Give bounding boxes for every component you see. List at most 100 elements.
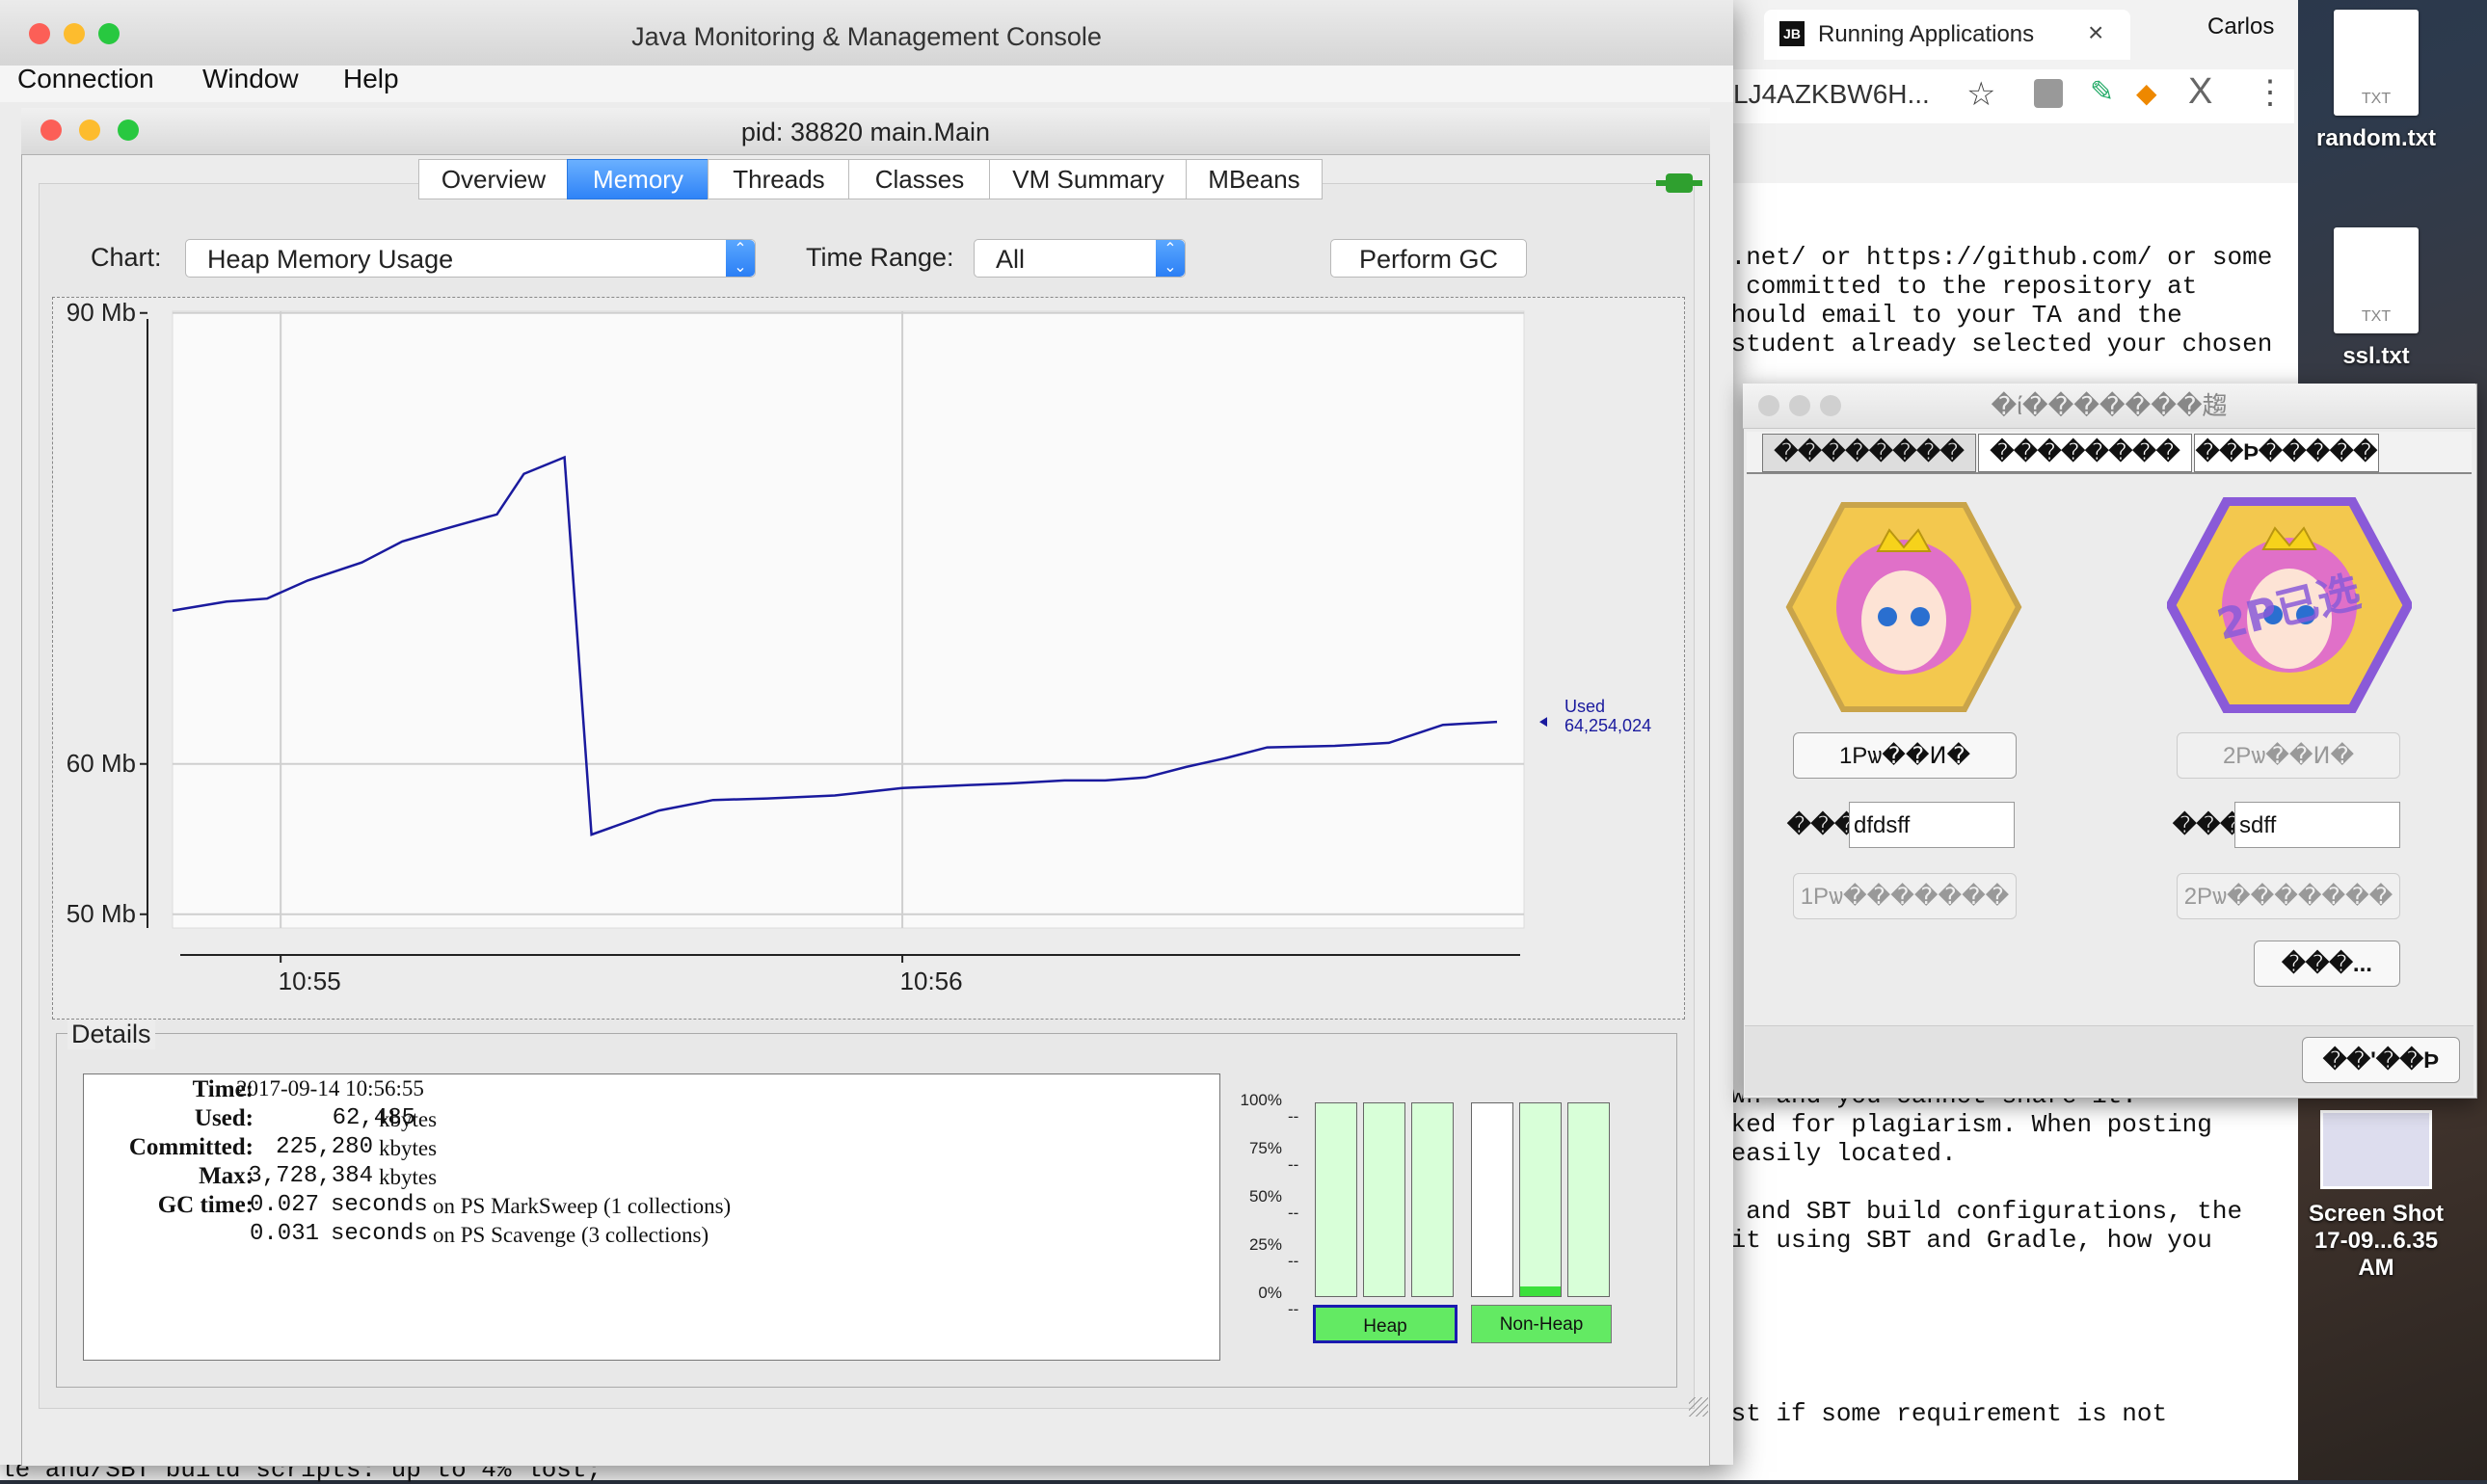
x-extension-icon[interactable]: X <box>2188 71 2212 113</box>
page-line: e.net/ or https://github.com/ or some <box>1716 243 2273 272</box>
time-range-select[interactable]: All ⌃ ⌄ <box>974 239 1186 278</box>
memory-pool-bar[interactable] <box>1315 1102 1357 1297</box>
player2-avatar: 2P已选 <box>2167 497 2412 713</box>
heap-button[interactable]: Heap <box>1313 1305 1457 1343</box>
game-tab-3[interactable]: ��Ϸ����� <box>2194 434 2379 472</box>
window-title: Java Monitoring & Management Console <box>0 0 1733 66</box>
page-line: e and SBT build configurations, the <box>1716 1197 2243 1226</box>
memory-pool-bar[interactable] <box>1411 1102 1454 1297</box>
max-key: Max: <box>199 1163 254 1189</box>
browser-tab[interactable]: JB Running Applications × <box>1764 10 2130 60</box>
frame-zoom-button[interactable] <box>118 119 139 141</box>
more-button[interactable]: ���... <box>2254 941 2400 987</box>
player1-avatar <box>1785 502 2022 712</box>
pct-ticks: -- -- -- -- -- <box>1288 1107 1299 1318</box>
start-game-button[interactable]: ��'��Ϸ <box>2302 1037 2460 1083</box>
close-icon[interactable]: × <box>2088 17 2103 48</box>
tab-threads[interactable]: Threads <box>708 159 850 199</box>
committed-key: Committed: <box>128 1134 254 1160</box>
p2-name-input[interactable]: sdff <box>2234 802 2400 848</box>
page-line: cked for plagiarism. When posting <box>1716 1110 2212 1139</box>
game-close-button[interactable] <box>1758 395 1779 416</box>
desktop-icon-label: random.txt <box>2315 125 2436 151</box>
page-line: e committed to the repository at <box>1716 272 2198 301</box>
used-annotation-value: 64,254,024 <box>1564 716 1651 735</box>
chart-select-value: Heap Memory Usage <box>207 245 454 274</box>
p1-select-button[interactable]: 1Pѡ��Ͷ� <box>1793 732 2017 779</box>
tab-vm-summary[interactable]: VM Summary <box>989 159 1188 199</box>
desktop-icon-label: ssl.txt <box>2342 343 2410 369</box>
used-annotation-label: Used <box>1564 697 1605 716</box>
game-tab-1[interactable]: �������� <box>1762 434 1976 472</box>
menu-help[interactable]: Help <box>343 64 399 94</box>
screenshot-thumbnail-icon <box>2320 1110 2432 1189</box>
address-text: LJ4AZKBW6H... <box>1733 79 1930 109</box>
tab-classes[interactable]: Classes <box>848 159 991 199</box>
memory-chart: 90 Mb 60 Mb 50 Mb 10:55 10:56 Used64,254,024 <box>67 298 1651 995</box>
tab-memory[interactable]: Memory <box>567 159 709 199</box>
page-line: easily located. <box>1716 1139 1957 1168</box>
menu-dots-icon[interactable]: ⋮ <box>2254 73 2286 112</box>
zoom-button[interactable] <box>98 23 120 44</box>
frame-minimize-button[interactable] <box>79 119 100 141</box>
chart-select[interactable]: Heap Memory Usage ⌃ ⌄ <box>185 239 756 278</box>
p2-ready-button[interactable]: 2Pѡ������� <box>2177 873 2400 919</box>
perform-gc-button[interactable]: Perform GC <box>1330 239 1527 278</box>
p1-name-input[interactable]: dfdsff <box>1849 802 2015 848</box>
game-minimize-button[interactable] <box>1789 395 1810 416</box>
eyedropper-icon[interactable]: ✎ <box>2090 75 2114 109</box>
page-line: ost if some requirement is not <box>1716 1399 2168 1428</box>
fox-icon[interactable]: ◆ <box>2136 77 2157 109</box>
details-text: Time: 2017-09-14 10:56:55 Used: 62,485 k… <box>83 1073 1220 1361</box>
gc2-value: 0.031 <box>250 1221 320 1247</box>
nonheap-button[interactable]: Non-Heap <box>1471 1305 1612 1343</box>
game-zoom-button[interactable] <box>1820 395 1841 416</box>
p2-name-label: ��� <box>2173 812 2244 838</box>
minimize-button[interactable] <box>64 23 85 44</box>
desktop-icon-random[interactable]: TXT random.txt <box>2294 10 2458 152</box>
menu-window[interactable]: Window <box>202 64 299 94</box>
y-tick-label: 50 Mb <box>67 899 136 928</box>
game-window-title: �ί�������趨 <box>1743 384 2475 429</box>
max-value: 3,728,384 <box>248 1163 373 1189</box>
address-bar[interactable]: LJ4AZKBW6H... ☆ ✎ ◆ X ⋮ <box>1725 69 2294 123</box>
page-line: should email to your TA and the <box>1716 301 2182 330</box>
p2-select-button[interactable]: 2Pѡ��Ͷ� <box>2177 732 2400 779</box>
menu-connection[interactable]: Connection <box>17 64 154 94</box>
p1-ready-button[interactable]: 1Pѡ������� <box>1793 873 2017 919</box>
x-tick-label: 10:55 <box>279 967 341 995</box>
desktop-icon-label-2: 17-09...6.35 AM <box>2313 1228 2439 1281</box>
game-tab-2[interactable]: �������� <box>1978 434 2192 472</box>
frame-close-button[interactable] <box>40 119 62 141</box>
memory-pool-bar[interactable] <box>1363 1102 1405 1297</box>
desktop-icon-ssl[interactable]: TXT ssl.txt <box>2294 227 2458 370</box>
close-button[interactable] <box>29 23 50 44</box>
details-title: Details <box>67 1020 155 1049</box>
jetbrains-icon: JB <box>1779 21 1805 46</box>
star-icon[interactable]: ☆ <box>1966 75 1995 114</box>
frame-title: pid: 38820 main.Main <box>21 108 1710 155</box>
desktop-icon-screenshot[interactable]: Screen Shot 17-09...6.35 AM <box>2294 1110 2458 1282</box>
memory-pool-bar[interactable] <box>1567 1102 1610 1297</box>
used-unit: kbytes <box>379 1107 438 1131</box>
tab-mbeans[interactable]: MBeans <box>1186 159 1323 199</box>
pct-label: 50% <box>1248 1187 1282 1206</box>
gc1-text: on PS MarkSweep (1 collections) <box>433 1194 732 1218</box>
plot-background <box>172 310 1525 929</box>
memory-pool-bar[interactable] <box>1471 1102 1513 1297</box>
user-name[interactable]: Carlos <box>2207 13 2274 40</box>
tab-overview[interactable]: Overview <box>418 159 569 199</box>
pct-label: 75% <box>1248 1139 1282 1157</box>
gc1-value: 0.027 <box>250 1192 320 1218</box>
chart-label: Chart: <box>91 243 162 272</box>
page-line: it using SBT and Gradle, how you <box>1716 1226 2212 1255</box>
desktop-icon-label: Screen Shot <box>2308 1201 2445 1227</box>
x-tick-label: 10:56 <box>900 967 963 995</box>
used-marker <box>1539 717 1547 728</box>
pct-label: 0% <box>1258 1284 1282 1302</box>
gc2-unit: seconds <box>331 1221 428 1247</box>
memory-pool-bar[interactable] <box>1519 1102 1562 1297</box>
time-range-label: Time Range: <box>806 243 954 272</box>
extension-icon[interactable] <box>2034 79 2063 108</box>
resize-grip-icon[interactable] <box>1689 1397 1708 1417</box>
